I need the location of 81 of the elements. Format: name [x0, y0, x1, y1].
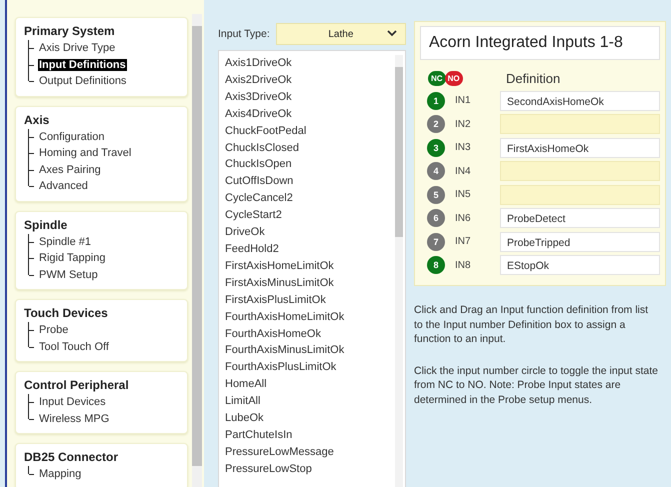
sidebar-item[interactable]: Axes Pairing — [38, 164, 102, 176]
input-state-toggle[interactable]: 3 — [427, 138, 445, 157]
group-title: Primary System — [24, 24, 116, 38]
function-item[interactable]: LimitAll — [225, 393, 395, 410]
sidebar-item[interactable]: Homing and Travel — [38, 147, 132, 160]
help-text: Click and Drag an Input function definition from list to the Input number Definition box to assign a function to an input. — [414, 303, 650, 346]
definition-field[interactable]: SecondAxisHomeOk — [500, 90, 660, 111]
function-item[interactable]: CycleCancel2 — [225, 190, 395, 208]
definition-field[interactable]: ProbeTripped — [500, 232, 660, 252]
input-name: IN4 — [455, 166, 472, 177]
input-name: IN3 — [455, 142, 472, 154]
group-title: DB25 Connector — [24, 450, 120, 464]
group-title: Axis — [24, 112, 50, 126]
function-item[interactable]: Axis4DriveOk — [225, 106, 395, 123]
function-item[interactable]: FirstAxisHomeLimitOk — [225, 258, 395, 275]
function-item[interactable]: CutOffIsDown — [225, 173, 395, 190]
sidebar-item[interactable]: Probe — [38, 324, 70, 336]
function-item[interactable]: FourthAxisMinusLimitOk — [225, 342, 395, 360]
input-type-label: Input Type: — [218, 28, 270, 40]
sidebar-item[interactable]: Mapping — [38, 468, 82, 480]
scrollbar[interactable] — [192, 14, 202, 487]
scrollbar[interactable] — [395, 55, 403, 487]
input-state-toggle[interactable]: 5 — [427, 186, 445, 204]
sidebar-item[interactable]: Wireless MPG — [38, 412, 110, 425]
function-item[interactable]: HomeAll — [225, 376, 395, 394]
function-item[interactable]: LubeOk — [225, 410, 395, 427]
sidebar-item[interactable]: PWM Setup — [38, 268, 99, 281]
definition-field[interactable]: ProbeDetect — [500, 208, 660, 228]
sidebar-item[interactable]: Advanced — [38, 180, 89, 192]
input-name: IN5 — [455, 189, 472, 200]
input-type-dropdown[interactable]: Lathe — [276, 23, 406, 45]
sidebar-item[interactable]: Input Definitions — [38, 58, 127, 71]
sidebar-item[interactable]: Axis Drive Type — [38, 42, 116, 54]
definition-field[interactable] — [500, 184, 660, 205]
function-item[interactable]: FourthAxisHomeOk — [225, 326, 395, 342]
function-item[interactable]: FeedHold2 — [225, 240, 395, 258]
sidebar-item[interactable]: Spindle #1 — [38, 236, 92, 248]
function-item[interactable]: ChuckIsClosed — [225, 140, 395, 156]
function-item[interactable]: Axis3DriveOk — [225, 88, 395, 106]
sidebar-item[interactable]: Input Devices — [38, 396, 107, 408]
definition-field[interactable] — [500, 161, 660, 182]
function-item[interactable]: PartChuteIsIn — [225, 426, 395, 444]
function-item[interactable]: FirstAxisMinusLimitOk — [225, 274, 395, 292]
function-item[interactable]: PressureLowStop — [225, 460, 395, 478]
function-item[interactable]: ChuckFootPedal — [225, 122, 395, 140]
function-item[interactable]: FourthAxisPlusLimitOk — [225, 359, 395, 376]
nc-badge: NC — [428, 70, 446, 86]
group-title: Spindle — [24, 218, 68, 232]
input-state-toggle[interactable]: 8 — [427, 256, 445, 274]
function-item[interactable]: DriveOk — [225, 224, 395, 241]
input-state-toggle[interactable]: 7 — [427, 232, 445, 251]
definition-field[interactable]: FirstAxisHomeOk — [500, 138, 660, 158]
sidebar-item[interactable]: Tool Touch Off — [38, 340, 110, 353]
input-state-toggle[interactable]: 6 — [427, 209, 445, 228]
input-state-toggle[interactable]: 1 — [427, 92, 445, 110]
input-name: IN8 — [455, 260, 472, 271]
input-state-toggle[interactable]: 2 — [427, 115, 445, 134]
function-item[interactable]: FourthAxisHomeLimitOk — [225, 308, 395, 326]
chevron-down-icon — [387, 30, 397, 37]
function-item[interactable]: CycleStart2 — [225, 207, 395, 224]
help-text: Click the input number circle to toggle the input state from NC to NO. Note: Probe Input states are determined in the Probe setup menus. — [414, 364, 659, 407]
sidebar-item[interactable]: Output Definitions — [38, 75, 128, 88]
group-title: Touch Devices — [24, 306, 109, 320]
input-name: IN1 — [455, 95, 472, 106]
sidebar-item[interactable]: Rigid Tapping — [38, 252, 106, 264]
panel-title: Acorn Integrated Inputs 1-8 — [420, 26, 660, 60]
group-title: Control Peripheral — [24, 378, 130, 392]
function-item[interactable]: Axis2DriveOk — [225, 72, 395, 89]
definition-field[interactable]: EStopOk — [500, 255, 660, 276]
input-state-toggle[interactable]: 4 — [427, 162, 445, 180]
function-item[interactable]: FirstAxisPlusLimitOk — [225, 292, 395, 309]
sidebar-item[interactable]: Configuration — [38, 130, 106, 143]
definition-field[interactable] — [500, 114, 660, 134]
input-name: IN7 — [455, 236, 472, 248]
function-item[interactable]: Axis1DriveOk — [225, 55, 395, 72]
no-badge: NO — [444, 70, 463, 86]
function-item[interactable]: ChuckIsOpen — [225, 156, 395, 174]
input-name: IN2 — [455, 118, 472, 130]
definition-heading: Definition — [506, 70, 560, 86]
function-item[interactable]: PressureLowMessage — [225, 444, 395, 461]
input-name: IN6 — [455, 212, 472, 224]
